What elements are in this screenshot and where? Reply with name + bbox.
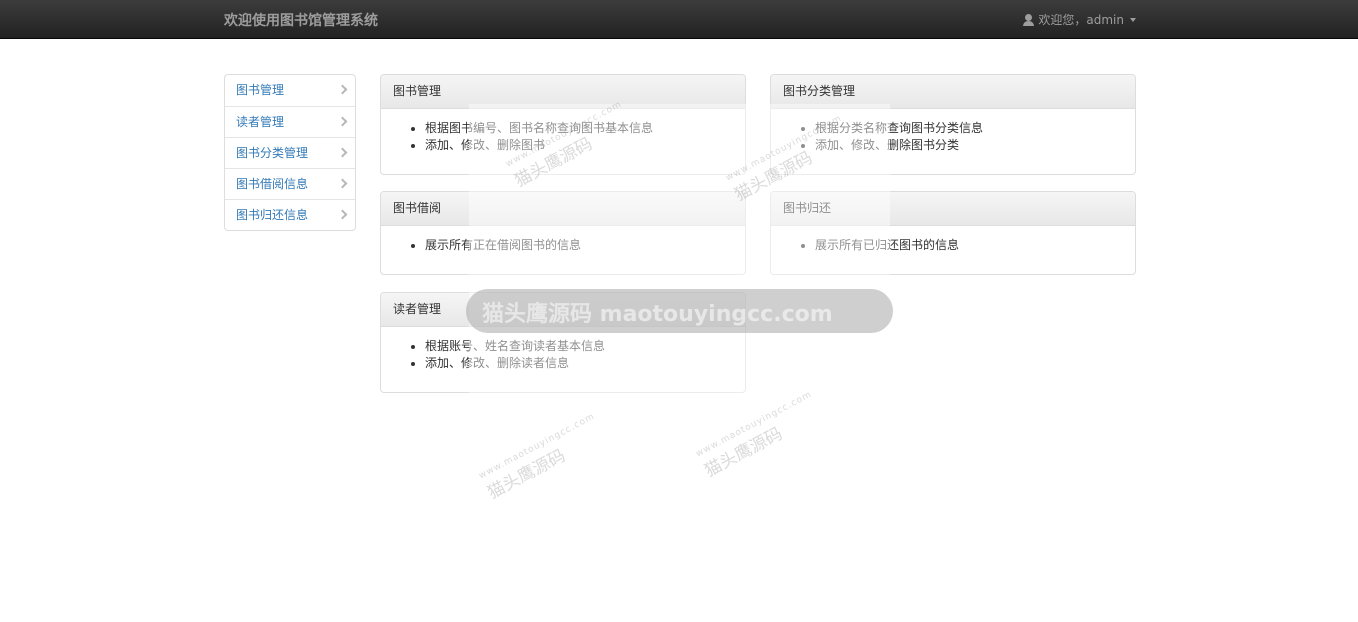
top-navbar: 欢迎使用图书馆管理系统 欢迎您，admin [0,0,1358,39]
panel-title: 图书归还 [771,192,1135,226]
panel-title: 读者管理 [381,293,745,327]
list-item: 展示所有正在借阅图书的信息 [425,237,730,254]
panel-category-management: 图书分类管理 根据分类名称查询图书分类信息 添加、修改、删除图书分类 [770,74,1136,175]
watermark-stamp: www.maotouyingcc.com 猫头鹰源码 [477,411,597,504]
user-icon [1023,13,1035,26]
sidebar-item-label: 读者管理 [236,115,285,129]
list-item: 添加、修改、删除图书 [425,137,730,154]
sidebar-item-category-management[interactable]: 图书分类管理 [225,137,355,168]
panel-return: 图书归还 展示所有已归还图书的信息 [770,191,1136,275]
list-item: 根据分类名称查询图书分类信息 [815,120,1120,137]
watermark-stamp: www.maotouyingcc.com 猫头鹰源码 [694,389,814,482]
chevron-right-icon [337,209,348,220]
panel-title: 图书管理 [381,75,745,109]
sidebar-item-label: 图书管理 [236,83,285,97]
app-title: 欢迎使用图书馆管理系统 [224,13,378,29]
panel-book-management: 图书管理 根据图书编号、图书名称查询图书基本信息 添加、修改、删除图书 [380,74,746,175]
panel-title: 图书借阅 [381,192,745,226]
sidebar-item-return-info[interactable]: 图书归还信息 [225,199,355,230]
sidebar-item-borrow-info[interactable]: 图书借阅信息 [225,168,355,199]
list-item: 根据图书编号、图书名称查询图书基本信息 [425,120,730,137]
sidebar-item-label: 图书归还信息 [236,208,309,222]
chevron-right-icon [337,178,348,189]
sidebar-item-reader-management[interactable]: 读者管理 [225,106,355,137]
list-item: 添加、修改、删除读者信息 [425,355,730,372]
panel-reader-management: 读者管理 根据账号、姓名查询读者基本信息 添加、修改、删除读者信息 [380,292,746,393]
user-menu-dropdown[interactable]: 欢迎您，admin [1023,11,1136,28]
list-item: 根据账号、姓名查询读者基本信息 [425,338,730,355]
sidebar-nav: 图书管理 读者管理 图书分类管理 图书借阅信息 图书归还信息 [224,74,356,231]
chevron-right-icon [337,84,348,95]
list-item: 添加、修改、删除图书分类 [815,137,1120,154]
panel-borrow: 图书借阅 展示所有正在借阅图书的信息 [380,191,746,275]
sidebar-item-label: 图书借阅信息 [236,177,309,191]
sidebar-item-book-management[interactable]: 图书管理 [225,75,355,106]
chevron-right-icon [337,116,348,127]
user-greeting: 欢迎您，admin [1038,13,1124,27]
sidebar-item-label: 图书分类管理 [236,146,309,160]
list-item: 展示所有已归还图书的信息 [815,237,1120,254]
panel-title: 图书分类管理 [771,75,1135,109]
chevron-right-icon [337,147,348,158]
caret-down-icon [1130,17,1136,22]
